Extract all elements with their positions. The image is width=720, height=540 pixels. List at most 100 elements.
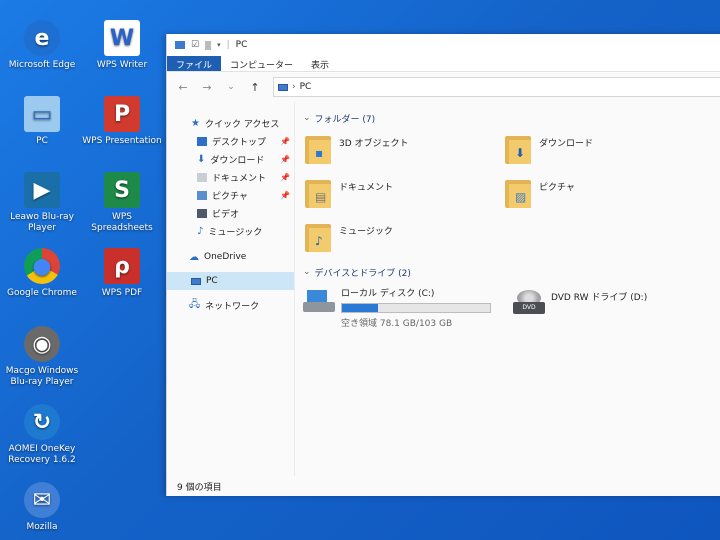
document-icon	[197, 172, 207, 182]
pc-nav-icon	[191, 277, 201, 285]
folder-music[interactable]: ♪ ミュージック	[303, 220, 503, 264]
explorer-content: ★ クイック アクセス デスクトップ 📌 ⬇ ダウンロード 📌 ドキュメント 📌…	[167, 102, 720, 476]
customize-dropdown-icon[interactable]: ▾	[217, 41, 221, 49]
nav-music[interactable]: ♪ ミュージック	[167, 222, 294, 240]
macgo-icon: ◉	[24, 326, 60, 362]
address-separator-icon: ›	[292, 82, 296, 92]
video-icon	[197, 208, 207, 218]
hard-drive-icon	[303, 290, 335, 316]
folder-downloads[interactable]: ⬇ ダウンロード	[503, 132, 703, 176]
desktop-icon-macgo[interactable]: ◉ Macgo Windows Blu-ray Player	[2, 326, 82, 388]
folder-label: ミュージック	[339, 227, 393, 237]
desktop-icon-wps-writer[interactable]: W WPS Writer	[82, 20, 162, 71]
nav-quick-access[interactable]: ★ クイック アクセス	[167, 114, 294, 132]
download-icon: ⬇	[197, 153, 206, 165]
star-icon: ★	[191, 117, 200, 129]
desktop-folder-icon	[197, 136, 207, 146]
folder-icon: ▤	[303, 176, 333, 210]
picture-icon	[197, 190, 207, 200]
edge-icon: e	[24, 20, 60, 56]
nav-desktop[interactable]: デスクトップ 📌	[167, 132, 294, 150]
recent-locations-dropdown-icon[interactable]: ⌄	[225, 82, 237, 92]
forward-arrow-icon[interactable]: →	[201, 81, 213, 94]
desktop-icon-wps-pdf[interactable]: ρ WPS PDF	[82, 248, 162, 299]
navigation-bar: ← → ⌄ ↑ › PC	[167, 72, 720, 102]
desktop-icon-aomei[interactable]: ↻ AOMEI OneKey Recovery 1.6.2	[2, 404, 82, 466]
address-text: PC	[299, 82, 312, 92]
network-icon: 🖧	[189, 298, 201, 310]
window-title: PC	[235, 40, 248, 50]
folder-icon: ♪	[303, 220, 333, 254]
desktop-icon-label: Macgo Windows Blu-ray Player	[5, 366, 79, 387]
nav-pc[interactable]: PC	[167, 272, 294, 290]
pin-icon[interactable]: 📌	[280, 155, 290, 164]
collapse-chevron-icon[interactable]: ⌄	[303, 267, 311, 277]
ribbon-tabs: ファイル コンピューター 表示	[167, 56, 720, 72]
drive-usage-bar	[341, 303, 491, 313]
folder-documents[interactable]: ▤ ドキュメント	[303, 176, 503, 220]
drive-label: ローカル ディスク (C:)	[341, 289, 435, 299]
drive-label: DVD RW ドライブ (D:)	[551, 293, 648, 303]
navigation-pane: ★ クイック アクセス デスクトップ 📌 ⬇ ダウンロード 📌 ドキュメント 📌…	[167, 102, 295, 476]
back-arrow-icon[interactable]: ←	[177, 81, 189, 94]
pc-icon: ▭	[24, 96, 60, 132]
pin-icon[interactable]: 📌	[280, 191, 290, 200]
wps-pdf-icon: ρ	[104, 248, 140, 284]
tab-file[interactable]: ファイル	[167, 56, 222, 71]
nav-label: ネットワーク	[205, 301, 260, 312]
quick-access-toolbar: ☑ ▾ |	[175, 40, 230, 50]
drive-local-c[interactable]: ローカル ディスク (C:) 空き領域 78.1 GB/103 GB	[303, 286, 491, 329]
desktop-icon-label: Mozilla	[26, 522, 58, 532]
tab-view[interactable]: 表示	[302, 56, 338, 71]
desktop-icon-mozilla[interactable]: ✉ Mozilla	[2, 482, 82, 533]
group-title: フォルダー (7)	[314, 114, 376, 125]
folder-3d-objects[interactable]: ▪ 3D オブジェクト	[303, 132, 503, 176]
wps-presentation-icon: P	[104, 96, 140, 132]
folder-label: ダウンロード	[539, 139, 594, 149]
nav-label: ドキュメント	[212, 173, 267, 184]
folders-group-header[interactable]: ⌄ フォルダー (7)	[303, 110, 720, 126]
nav-downloads[interactable]: ⬇ ダウンロード 📌	[167, 150, 294, 168]
title-bar: ☑ ▾ | PC	[167, 34, 720, 56]
separator: |	[226, 40, 230, 50]
collapse-chevron-icon[interactable]: ⌄	[303, 113, 311, 123]
status-bar: 9 個の項目	[167, 476, 720, 496]
pin-icon[interactable]: 📌	[280, 137, 290, 146]
folder-label: ピクチャ	[539, 183, 575, 193]
nav-label: PC	[206, 276, 218, 286]
folder-label: 3D オブジェクト	[339, 139, 409, 149]
desktop-icon-label: PC	[36, 136, 48, 146]
desktop-icon-wps-spreadsheets[interactable]: S WPS Spreadsheets	[82, 172, 162, 234]
wps-spreadsheets-icon: S	[104, 172, 140, 208]
address-bar[interactable]: › PC	[273, 77, 720, 97]
desktop-icon-edge[interactable]: e Microsoft Edge	[2, 20, 82, 71]
folder-pictures[interactable]: ▨ ピクチャ	[503, 176, 703, 220]
nav-onedrive[interactable]: ☁ OneDrive	[167, 248, 294, 266]
nav-documents[interactable]: ドキュメント 📌	[167, 168, 294, 186]
nav-pictures[interactable]: ピクチャ 📌	[167, 186, 294, 204]
tab-computer[interactable]: コンピューター	[221, 56, 302, 71]
folder-icon: ▪	[303, 132, 333, 166]
nav-videos[interactable]: ビデオ	[167, 204, 294, 222]
nav-network[interactable]: 🖧 ネットワーク	[167, 296, 294, 314]
desktop-icon-label: WPS Writer	[96, 60, 148, 70]
new-folder-icon[interactable]	[205, 40, 212, 50]
pc-small-icon[interactable]	[175, 41, 185, 49]
nav-label: ビデオ	[212, 209, 240, 220]
desktop-icon-chrome[interactable]: ● Google Chrome	[2, 248, 82, 299]
desktop-icon-label: WPS Presentation	[82, 136, 162, 146]
pin-icon[interactable]: 📌	[280, 173, 290, 182]
group-title: デバイスとドライブ (2)	[314, 268, 411, 279]
music-note-icon: ♪	[197, 225, 204, 237]
drives-grid: ローカル ディスク (C:) 空き領域 78.1 GB/103 GB DVD D…	[303, 286, 720, 329]
drives-group-header[interactable]: ⌄ デバイスとドライブ (2)	[303, 264, 720, 280]
nav-label: ミュージック	[208, 227, 263, 238]
desktop-icon-pc[interactable]: ▭ PC	[2, 96, 82, 147]
desktop-icon-wps-presentation[interactable]: P WPS Presentation	[82, 96, 162, 147]
file-explorer-window: ☑ ▾ | PC ファイル コンピューター 表示 ← → ⌄ ↑ › PC ★ …	[166, 34, 720, 496]
drive-free-space: 空き領域 78.1 GB/103 GB	[341, 319, 453, 329]
drive-dvd-d[interactable]: DVD DVD RW ドライブ (D:)	[513, 286, 647, 329]
desktop-icon-leawo[interactable]: ▶ Leawo Blu-ray Player	[2, 172, 82, 234]
properties-icon[interactable]: ☑	[191, 40, 199, 50]
up-arrow-icon[interactable]: ↑	[249, 81, 261, 94]
